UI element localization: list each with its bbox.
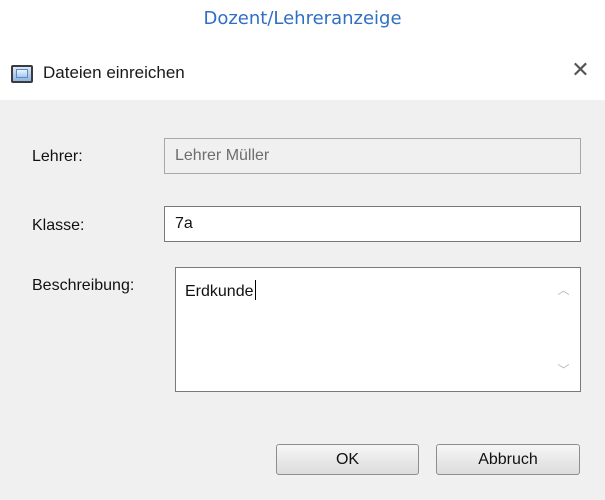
- cancel-button[interactable]: Abbruch: [436, 444, 580, 475]
- description-scrollbar[interactable]: ︿ ﹀: [547, 268, 580, 391]
- window-title: Dateien einreichen: [43, 63, 185, 82]
- caption: Dozent/Lehreranzeige: [203, 8, 402, 29]
- dialog-body: Lehrer: Klasse: Beschreibung: Erdkunde ︿…: [0, 100, 605, 500]
- class-label: Klasse:: [32, 217, 85, 234]
- scroll-down-icon[interactable]: ﹀: [547, 358, 580, 382]
- teacher-field[interactable]: [164, 138, 581, 174]
- class-field[interactable]: [164, 206, 581, 242]
- scroll-up-icon[interactable]: ︿: [547, 278, 580, 302]
- description-text: Erdkunde: [185, 280, 256, 301]
- close-button[interactable]: ✕: [556, 50, 605, 90]
- description-textarea[interactable]: Erdkunde ︿ ﹀: [175, 267, 581, 392]
- window-icon: [11, 65, 33, 83]
- teacher-label: Lehrer:: [32, 148, 83, 165]
- ok-button[interactable]: OK: [276, 444, 419, 475]
- dialog-titlebar: Dateien einreichen ✕: [0, 50, 605, 100]
- description-label: Beschreibung:: [32, 277, 135, 294]
